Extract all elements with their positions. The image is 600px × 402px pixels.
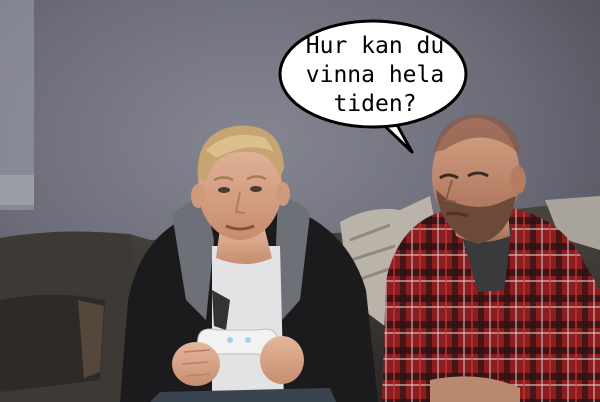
speech-line-3: tiden? <box>333 91 417 117</box>
right-hand <box>260 336 304 384</box>
speech-line-2: vinna hela <box>305 62 445 88</box>
speech-bubble-text: Hur kan du vinna hela tiden? <box>282 32 468 119</box>
speech-line-1: Hur kan du <box>305 33 445 59</box>
left-hand <box>172 342 220 386</box>
photo-scene: Hur kan du vinna hela tiden? <box>0 0 600 402</box>
